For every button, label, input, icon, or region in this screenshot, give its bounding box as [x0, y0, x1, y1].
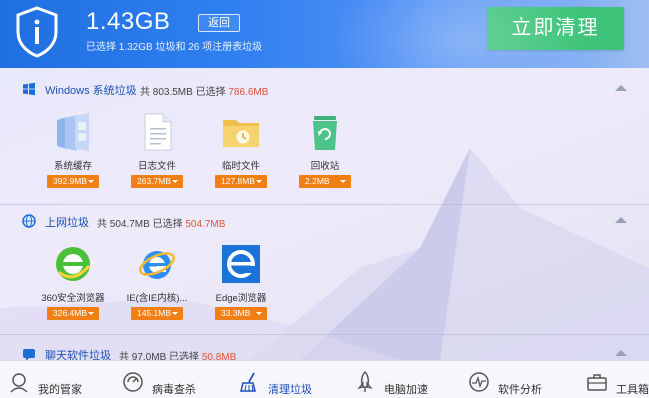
back-button[interactable]: 返回	[198, 14, 240, 32]
section-title: 聊天软件垃圾	[45, 350, 111, 360]
section-selected-size: 50.8MB	[201, 352, 237, 360]
collapse-arrow-icon[interactable]	[615, 350, 627, 356]
selection-summary: 已选择 1.32GB 垃圾和 26 项注册表垃圾	[86, 42, 263, 53]
nav-my-butler[interactable]: 我的管家	[8, 361, 98, 398]
recycle-bin-icon	[313, 116, 337, 150]
section-divider	[0, 204, 649, 205]
windows-icon	[23, 82, 35, 96]
nav-label: 软件分析	[498, 384, 542, 396]
globe-icon	[22, 214, 36, 228]
junk-list-panel: Windows 系统垃圾 共 803.5MB 已选择 786.6MB 系统缓存 …	[0, 68, 649, 360]
section-total: 共 504.7MB 已选择	[97, 219, 183, 230]
section-stats: 共 803.5MB 已选择 786.6MB	[140, 83, 268, 98]
section-title: Windows 系统垃圾	[45, 85, 137, 97]
size-dropdown[interactable]: 326.4MB	[47, 307, 99, 320]
item-label: 系统缓存	[53, 161, 92, 172]
section-title: 上网垃圾	[45, 217, 89, 229]
nav-virus-scan[interactable]: 病毒查杀	[122, 361, 212, 398]
section-chat-junk: 聊天软件垃圾 共 97.0MB 已选择 50.8MB	[0, 344, 649, 360]
chat-icon	[23, 349, 35, 360]
log-file-icon	[144, 113, 172, 151]
nav-label: 电脑加速	[384, 384, 428, 396]
size-dropdown[interactable]: 263.7MB	[131, 175, 183, 188]
nav-label: 病毒查杀	[152, 384, 196, 396]
section-total: 共 803.5MB 已选择	[140, 87, 226, 98]
edge-browser-icon	[222, 245, 260, 283]
bottom-nav-bar: 我的管家 病毒查杀 清理垃圾 电脑加速 软件分析 工具箱	[0, 360, 649, 398]
size-dropdown[interactable]: 392.9MB	[47, 175, 99, 188]
size-dropdown[interactable]: 145.1MB	[131, 307, 183, 320]
nav-pc-speedup[interactable]: 电脑加速	[354, 361, 444, 398]
butler-icon	[10, 373, 28, 393]
section-stats: 共 97.0MB 已选择 50.8MB	[119, 348, 236, 360]
section-header[interactable]: Windows 系统垃圾 共 803.5MB 已选择 786.6MB	[0, 79, 649, 99]
section-header[interactable]: 聊天软件垃圾 共 97.0MB 已选择 50.8MB	[0, 344, 649, 360]
collapse-arrow-icon[interactable]	[615, 217, 627, 223]
section-internet-junk: 上网垃圾 共 504.7MB 已选择 504.7MB 360安全浏览器 326.…	[0, 211, 649, 331]
nav-software-analysis[interactable]: 软件分析	[468, 361, 558, 398]
nav-clean-junk[interactable]: 清理垃圾	[238, 361, 328, 398]
section-stats: 共 504.7MB 已选择 504.7MB	[97, 215, 225, 230]
item-label: 360安全浏览器	[41, 293, 105, 304]
section-total: 共 97.0MB 已选择	[119, 352, 200, 360]
rocket-icon	[357, 371, 373, 392]
ie-browser-icon	[139, 251, 175, 279]
section-selected-size: 504.7MB	[185, 219, 226, 230]
size-dropdown[interactable]: 2.2MB	[299, 175, 351, 188]
section-windows-junk: Windows 系统垃圾 共 803.5MB 已选择 786.6MB 系统缓存 …	[0, 79, 649, 199]
broom-icon	[240, 372, 256, 392]
section-selected-size: 786.6MB	[228, 87, 269, 98]
size-dropdown[interactable]: 127.8MB	[215, 175, 267, 188]
nav-label: 清理垃圾	[268, 384, 312, 396]
section-header[interactable]: 上网垃圾 共 504.7MB 已选择 504.7MB	[0, 211, 649, 231]
junk-size-value: 1.43GB	[86, 8, 171, 35]
header-bar: 1.43GB 返回 已选择 1.32GB 垃圾和 26 项注册表垃圾 立即清理	[0, 0, 649, 68]
clean-now-button[interactable]: 立即清理	[487, 7, 624, 50]
item-label: 回收站	[310, 161, 340, 172]
360-browser-icon	[56, 247, 91, 281]
nav-label: 我的管家	[38, 384, 82, 396]
section-divider	[0, 334, 649, 335]
item-label: 临时文件	[221, 161, 260, 172]
shield-logo-icon	[16, 6, 58, 58]
collapse-arrow-icon[interactable]	[615, 85, 627, 91]
temp-folder-icon	[223, 120, 259, 147]
virus-scan-icon	[123, 372, 143, 392]
toolbox-icon	[587, 374, 607, 391]
item-label: IE(含IE内核)...	[126, 293, 188, 304]
nav-label: 工具箱	[616, 384, 649, 396]
system-cache-icon	[57, 113, 89, 151]
item-label: Edge浏览器	[215, 293, 267, 304]
nav-toolbox[interactable]: 工具箱	[586, 361, 649, 398]
pulse-icon	[469, 372, 489, 392]
size-dropdown[interactable]: 33.3MB	[215, 307, 267, 320]
item-label: 日志文件	[137, 161, 176, 172]
